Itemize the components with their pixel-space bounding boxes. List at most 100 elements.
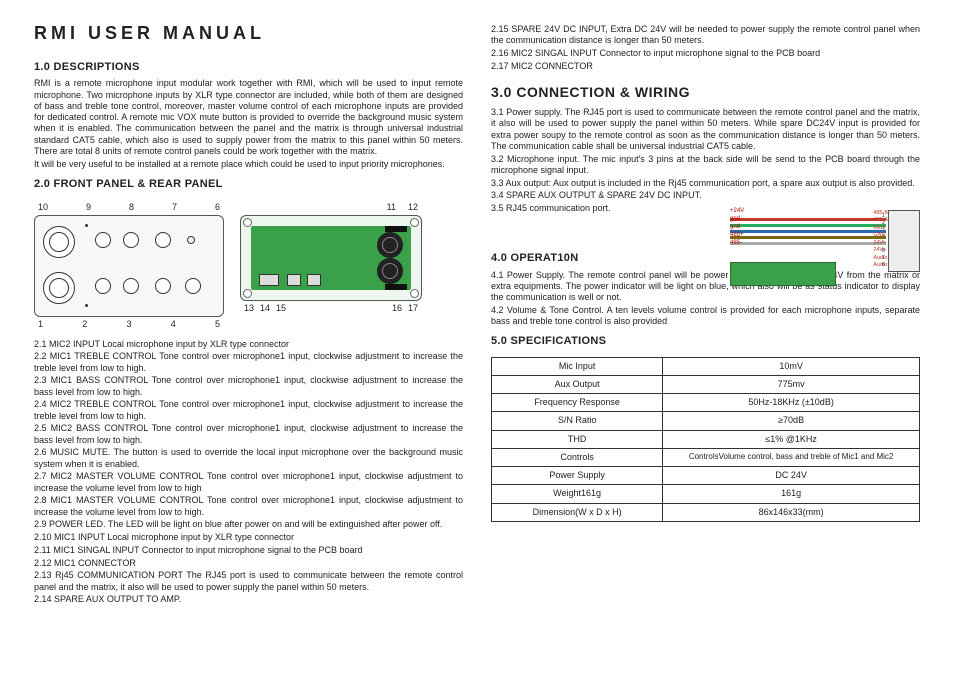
spec-val: 86x146x33(mm) xyxy=(663,503,920,521)
knob-icon xyxy=(95,232,111,248)
label-4: 4 xyxy=(171,319,176,330)
spec-val: ≥70dB xyxy=(663,412,920,430)
spec-key: Dimension(W x D x H) xyxy=(492,503,663,521)
led-icon xyxy=(187,236,195,244)
item-2-3: 2.3 MIC1 BASS CONTROL Tone control over … xyxy=(34,375,463,398)
section-2-cont: 2.15 SPARE 24V DC INPUT, Extra DC 24V wi… xyxy=(491,24,920,74)
specifications-table: Mic Input10mV Aux Output775mv Frequency … xyxy=(491,357,920,522)
spec-val: ≤1% @1KHz xyxy=(663,430,920,448)
front-top-labels: 10 9 8 7 6 xyxy=(34,202,224,215)
wiring-diagram: 12345678 +24V gnd gnd 485+ 485- 485-B 48… xyxy=(730,206,920,286)
rj-lab: Audio xyxy=(873,255,888,263)
wiring-label: 485- xyxy=(730,240,742,248)
section-4-wrap: 12345678 +24V gnd gnd 485+ 485- 485-B 48… xyxy=(491,216,920,270)
item-2-17: 2.17 MIC2 CONNECTOR xyxy=(491,61,920,72)
dc-conn-icon xyxy=(307,274,321,286)
rj-pin-labels: 485-B 485-A RED GND 24V+ 24V+ Audio Audi… xyxy=(873,210,888,270)
rear-top-labels: 11 12 xyxy=(240,202,422,215)
spec-key: THD xyxy=(492,430,663,448)
item-3-1: 3.1 Power supply. The RJ45 port is used … xyxy=(491,107,920,152)
pin-header-icon xyxy=(385,226,407,232)
label-13: 13 xyxy=(244,303,254,314)
label-5: 5 xyxy=(215,319,220,330)
knob-icon xyxy=(155,278,171,294)
label-11: 11 xyxy=(387,202,396,213)
section-3-heading: 3.0 CONNECTION & WIRING xyxy=(491,84,920,102)
table-row: Power SupplyDC 24V xyxy=(492,467,920,485)
wire-blue-icon xyxy=(730,230,886,233)
spec-val: DC 24V xyxy=(663,467,920,485)
spec-val: 161g xyxy=(663,485,920,503)
label-3: 3 xyxy=(126,319,131,330)
wire-brown-icon xyxy=(730,236,886,239)
rj45-legend-icon: 12345678 xyxy=(888,210,920,272)
front-bottom-labels: 1 2 3 4 5 xyxy=(34,317,224,330)
item-2-11: 2.11 MIC1 SINGAL INPUT Connector to inpu… xyxy=(34,545,463,556)
table-row: Aux Output775mv xyxy=(492,375,920,393)
item-2-4: 2.4 MIC2 TREBLE CONTROL Tone control ove… xyxy=(34,399,463,422)
wire-grey-icon xyxy=(730,242,886,245)
label-17: 17 xyxy=(408,303,418,314)
spec-body: Mic Input10mV Aux Output775mv Frequency … xyxy=(492,357,920,521)
knob-icon xyxy=(95,278,111,294)
rj-lab: 24V+ xyxy=(873,240,888,248)
label-14: 14 xyxy=(260,303,270,314)
knob-icon xyxy=(185,278,201,294)
spec-val: ControlsVolume control, bass and treble … xyxy=(663,448,920,466)
label-12: 12 xyxy=(408,202,418,213)
table-row: Weight161g161g xyxy=(492,485,920,503)
item-2-8: 2.8 MIC1 MASTER VOLUME CONTROL Tone cont… xyxy=(34,495,463,518)
item-3-2: 3.2 Microphone input. The mic input's 3 … xyxy=(491,154,920,177)
spec-val: 10mV xyxy=(663,357,920,375)
xlr-top-icon xyxy=(43,226,75,258)
wiring-label: 485+ xyxy=(730,232,744,240)
right-column: 2.15 SPARE 24V DC INPUT, Extra DC 24V wi… xyxy=(491,22,920,666)
pcb-strip-icon xyxy=(730,262,836,286)
label-7: 7 xyxy=(172,202,177,213)
section-2-heading: 2.0 FRONT PANEL & REAR PANEL xyxy=(34,178,463,192)
wire-green-icon xyxy=(730,224,886,227)
panel-diagrams: 10 9 8 7 6 xyxy=(34,202,463,331)
page-title: RMI USER MANUAL xyxy=(34,22,463,45)
table-row: Frequency Response50Hz-18KHz (±10dB) xyxy=(492,394,920,412)
table-row: ControlsControlsVolume control, bass and… xyxy=(492,448,920,466)
table-row: S/N Ratio≥70dB xyxy=(492,412,920,430)
label-10: 10 xyxy=(38,202,48,213)
item-2-10: 2.10 MIC1 INPUT Local microphone input b… xyxy=(34,532,463,543)
table-row: THD≤1% @1KHz xyxy=(492,430,920,448)
label-6: 6 xyxy=(215,202,220,213)
rj-lab: 485-B xyxy=(873,210,888,218)
rj-lab: 24V+ xyxy=(873,247,888,255)
label-9: 9 xyxy=(86,202,91,213)
label-1: 1 xyxy=(38,319,43,330)
item-2-16: 2.16 MIC2 SINGAL INPUT Connector to inpu… xyxy=(491,48,920,59)
rear-panel-wrap: 11 12 13 xyxy=(240,202,422,315)
rj-lab: Audio xyxy=(873,262,888,270)
rear-bottom-labels: 13 14 15 16 17 xyxy=(240,301,422,314)
label-16: 16 xyxy=(392,303,402,314)
knob-icon xyxy=(155,232,171,248)
left-column: RMI USER MANUAL 1.0 DESCRIPTIONS RMI is … xyxy=(34,22,463,666)
item-3-3: 3.3 Aux output: Aux output is included i… xyxy=(491,178,920,189)
wiring-label: +24V xyxy=(730,208,744,216)
spec-key: S/N Ratio xyxy=(492,412,663,430)
spec-key: Weight161g xyxy=(492,485,663,503)
item-2-13: 2.13 Rj45 COMMUNICATION PORT The RJ45 po… xyxy=(34,570,463,593)
rj45-icon xyxy=(259,274,279,286)
item-2-2: 2.2 MIC1 TREBLE CONTROL Tone control ove… xyxy=(34,351,463,374)
screw-hole-icon xyxy=(410,218,419,227)
wire-red-icon xyxy=(730,218,886,221)
rj-lab: 485-A xyxy=(873,217,888,225)
label-2: 2 xyxy=(82,319,87,330)
manual-page: RMI USER MANUAL 1.0 DESCRIPTIONS RMI is … xyxy=(0,0,954,676)
section-3-list: 3.1 Power supply. The RJ45 port is used … xyxy=(491,107,920,216)
front-panel-wrap: 10 9 8 7 6 xyxy=(34,202,224,331)
rj-lab: GND xyxy=(873,232,888,240)
spec-key: Aux Output xyxy=(492,375,663,393)
table-row: Mic Input10mV xyxy=(492,357,920,375)
item-2-7: 2.7 MIC2 MASTER VOLUME CONTROL Tone cont… xyxy=(34,471,463,494)
section-1-heading: 1.0 DESCRIPTIONS xyxy=(34,61,463,75)
item-2-1: 2.1 MIC2 INPUT Local microphone input by… xyxy=(34,339,463,350)
section-5-heading: 5.0 SPECIFICATIONS xyxy=(491,335,920,349)
aux-conn-icon xyxy=(287,274,301,286)
